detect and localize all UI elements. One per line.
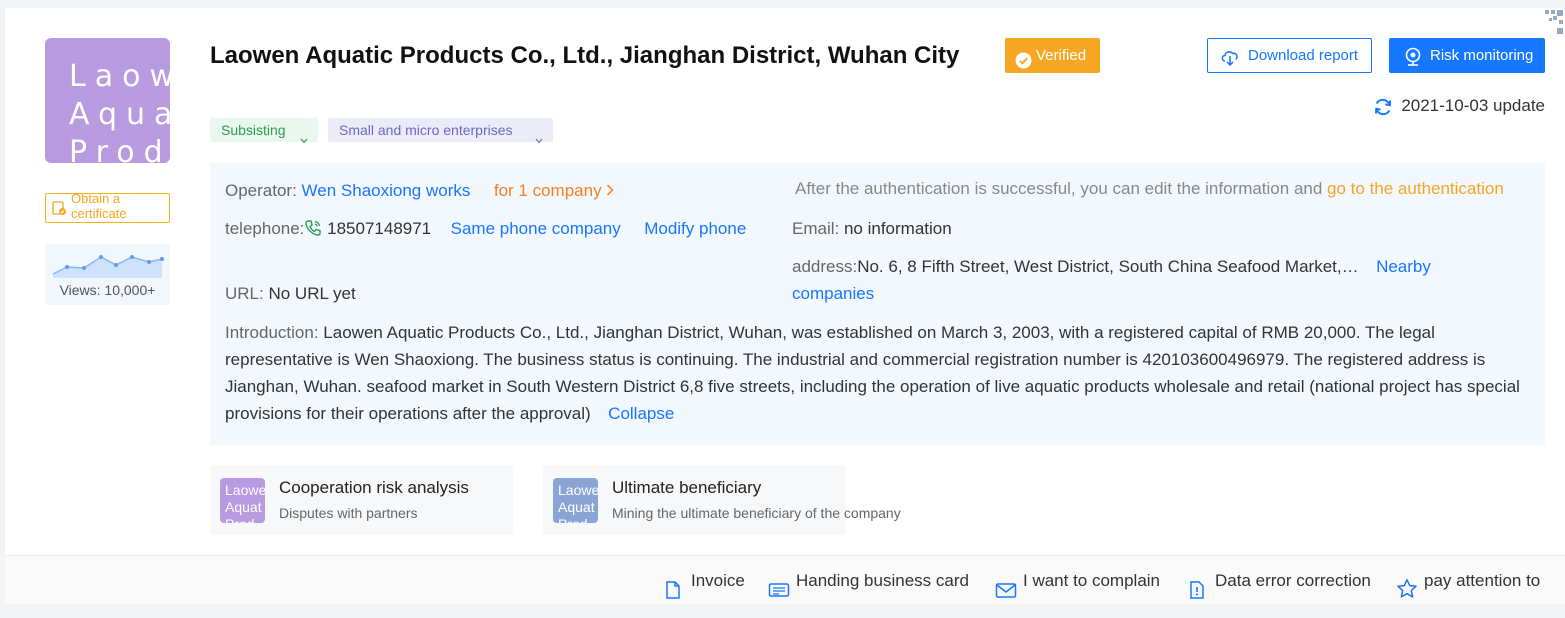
operator-name-link[interactable]: Wen Shaoxiong works xyxy=(302,181,471,200)
cooperation-risk-card[interactable]: Laowe Aquat Prod Cooperation risk analys… xyxy=(210,465,513,535)
views-box: Views: 10,000+ xyxy=(45,244,170,305)
info-panel: Operator: Wen Shaoxiong works for 1 comp… xyxy=(210,163,1545,445)
feature-subtitle: Mining the ultimate beneficiary of the c… xyxy=(612,505,901,521)
business-card-icon xyxy=(768,570,790,618)
chevron-down-icon xyxy=(535,127,543,151)
download-report-button[interactable]: Download report xyxy=(1207,38,1372,73)
chevron-down-icon xyxy=(300,127,308,151)
download-report-label: Download report xyxy=(1248,47,1359,64)
verified-label: Verified xyxy=(1036,47,1087,64)
data-correction-button[interactable]: Data error correction xyxy=(1187,556,1371,605)
pay-attention-button[interactable]: pay attention to xyxy=(1396,556,1540,605)
risk-monitoring-button[interactable]: Risk monitoring xyxy=(1389,38,1545,73)
email-row: Email: no information xyxy=(792,219,952,239)
email-label: Email: xyxy=(792,219,840,238)
url-value: No URL yet xyxy=(268,284,356,303)
mail-icon xyxy=(995,570,1017,618)
error-document-icon xyxy=(1187,570,1207,618)
enterprise-size-tag[interactable]: Small and micro enterprises xyxy=(328,118,553,144)
company-thumbnail: Laowe Aquat Prod xyxy=(220,478,265,523)
status-tag-label: Subsisting xyxy=(221,122,286,138)
feature-subtitle: Disputes with partners xyxy=(279,505,418,521)
complain-label: I want to complain xyxy=(1023,571,1161,590)
update-info[interactable]: 2021-10-03 update xyxy=(1373,96,1545,116)
operator-label: Operator: xyxy=(225,181,297,200)
company-thumbnail: Laowe Aquat Prod xyxy=(553,478,598,523)
address-label: address: xyxy=(792,257,858,276)
obtain-certificate-button[interactable]: Obtain a certificate xyxy=(45,191,170,223)
company-name: Laowen Aquatic Products Co., Ltd., Jiang… xyxy=(210,42,960,69)
collapse-link[interactable]: Collapse xyxy=(608,404,674,423)
intro-text: Laowen Aquatic Products Co., Ltd., Jiang… xyxy=(225,323,1520,423)
go-authentication-link[interactable]: go to the authentication xyxy=(1327,179,1504,198)
risk-monitoring-label: Risk monitoring xyxy=(1430,47,1534,64)
verified-badge: Verified xyxy=(1005,38,1100,73)
nearby-companies-link-cont[interactable]: companies xyxy=(792,284,874,303)
modify-phone-link[interactable]: Modify phone xyxy=(644,219,746,238)
certificate-icon xyxy=(52,201,67,219)
monitor-camera-icon xyxy=(1403,45,1423,80)
views-count: Views: 10,000+ xyxy=(59,282,156,298)
document-icon xyxy=(663,570,683,618)
telephone-row: telephone: 18507148971 Same phone compan… xyxy=(225,219,746,239)
size-tag-label: Small and micro enterprises xyxy=(339,122,513,138)
email-value: no information xyxy=(843,219,952,238)
company-card: Laow Aqua Prod Obtain a certificate View… xyxy=(5,8,1565,604)
data-correction-label: Data error correction xyxy=(1215,571,1371,590)
auth-text: After the authentication is successful, … xyxy=(795,179,1323,198)
business-card-button[interactable]: Handing business card xyxy=(768,556,969,605)
status-tag[interactable]: Subsisting xyxy=(210,118,318,144)
star-icon xyxy=(1396,570,1418,618)
refresh-icon xyxy=(1373,97,1393,122)
operator-row: Operator: Wen Shaoxiong works for 1 comp… xyxy=(225,181,614,201)
auth-row: After the authentication is successful, … xyxy=(795,179,1504,199)
address-row: address:No. 6, 8 Fifth Street, West Dist… xyxy=(792,257,1431,277)
nearby-companies-link[interactable]: Nearby xyxy=(1376,257,1431,276)
intro-label: Introduction: xyxy=(225,323,319,342)
feature-title: Cooperation risk analysis xyxy=(279,478,469,497)
cloud-download-icon xyxy=(1220,46,1240,79)
address-row-continued: companies xyxy=(792,284,874,304)
same-phone-company-link[interactable]: Same phone company xyxy=(451,219,621,238)
certificate-label: Obtain a certificate xyxy=(71,191,127,221)
business-card-label: Handing business card xyxy=(796,571,969,590)
invoice-button[interactable]: Invoice xyxy=(663,556,745,605)
url-label: URL: xyxy=(225,284,264,303)
update-date: 2021-10-03 update xyxy=(1401,96,1545,115)
views-trend-icon xyxy=(52,255,164,278)
feature-title: Ultimate beneficiary xyxy=(612,478,762,497)
footer-actions: Invoice Handing business card I want to … xyxy=(5,555,1565,604)
introduction: Introduction: Laowen Aquatic Products Co… xyxy=(225,319,1535,427)
address-value: No. 6, 8 Fifth Street, West District, So… xyxy=(857,257,1359,276)
company-logo: Laow Aqua Prod xyxy=(45,38,170,163)
qr-code-icon[interactable] xyxy=(1531,8,1565,42)
operator-companies-link[interactable]: for 1 company xyxy=(494,181,602,200)
chevron-right-icon xyxy=(606,181,614,200)
phone-icon xyxy=(304,219,322,238)
complain-button[interactable]: I want to complain xyxy=(995,556,1160,605)
url-row: URL: No URL yet xyxy=(225,284,356,304)
ultimate-beneficiary-card[interactable]: Laowe Aquat Prod Ultimate beneficiary Mi… xyxy=(543,465,901,535)
telephone-value: 18507148971 xyxy=(327,219,432,238)
verified-check-icon xyxy=(1015,47,1032,82)
telephone-label: telephone: xyxy=(225,219,305,238)
